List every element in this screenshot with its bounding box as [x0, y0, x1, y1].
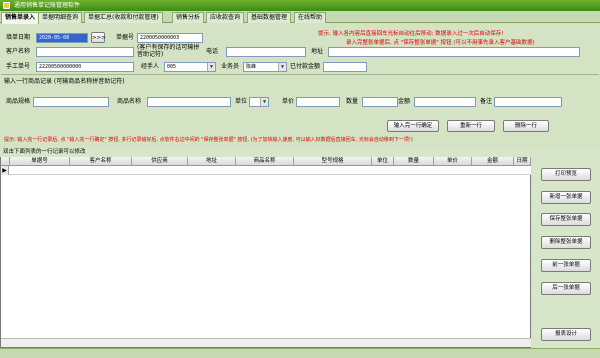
print-preview-button[interactable]: 打印预览 [541, 168, 591, 181]
report-design-button[interactable]: 报表设计 [541, 328, 591, 341]
col-unit[interactable]: 单位 [372, 157, 394, 166]
col-price[interactable]: 单价 [434, 157, 472, 166]
price-label: 单价 [282, 98, 295, 105]
product-name-label: 商品名称 [117, 98, 142, 105]
price-field[interactable] [296, 97, 340, 107]
new-order-button[interactable]: 新增一张单据 [541, 191, 591, 204]
tab-summary[interactable]: 单据汇总(收款和付款管理) [84, 12, 163, 23]
tab-online-help[interactable]: 在线帮助 [294, 12, 327, 23]
handler-value: 005 [167, 64, 177, 70]
tab-base-data[interactable]: 基础数据管理 [247, 12, 292, 23]
paid-label: 已付款金额 [290, 63, 321, 70]
date-label: 填单日期 [6, 34, 31, 41]
hint-autosave: 提示: 输入各内容后直接回车光标自动往后移动; 数据录入过一次后自动保存! [318, 31, 504, 37]
spec-field[interactable] [33, 97, 109, 107]
grid-caption: 双击下面列表的一行记录可以修改 [0, 148, 531, 157]
address-label: 地址 [311, 48, 324, 55]
tab-bar: 销售单录入 单据明细查询 单据汇总(收款和付款管理) 销售分析 应收款查询 基础… [0, 11, 600, 24]
previous-order-button[interactable]: 前一张单据 [541, 259, 591, 272]
product-name-field[interactable] [147, 97, 231, 107]
row-header-corner [1, 157, 10, 166]
tab-sales-entry[interactable]: 销售单录入 [1, 12, 40, 24]
tab-detail-query[interactable]: 单据明细查询 [38, 12, 83, 23]
date-picker-button[interactable]: >>> [91, 32, 106, 43]
salesman-select[interactable]: 陈峰 ▼ [243, 62, 287, 72]
handler-select[interactable]: 005 ▼ [164, 62, 216, 72]
chevron-down-icon[interactable]: ▼ [207, 63, 215, 71]
entry-hint: 提示: 输入完一行记录后, 点 "输入完一行确定" 按钮, 多行记录输好后, 点… [4, 137, 413, 143]
table-row[interactable]: ▶ [1, 166, 531, 175]
qty-field[interactable] [362, 97, 398, 107]
handler-label: 经手人 [141, 63, 160, 70]
entry-section-title: 输入一行商品记录 (可输商品名称拼音助记符) [4, 78, 125, 85]
grid-header: 单据号 客户名称 供应商 地址 商品名称 型号规格 单位 数量 单价 金额 日期 [1, 157, 531, 166]
tab-receivables[interactable]: 应收款查询 [206, 12, 245, 23]
phone-field[interactable] [226, 47, 306, 57]
customer-hint: (客户有保存的话可输拼音助记符) [137, 44, 200, 58]
order-no-field[interactable]: 2200050000003 [137, 33, 203, 43]
status-bar [0, 348, 600, 358]
confirm-row-button[interactable]: 输入完一行确定 [387, 120, 439, 132]
chevron-down-icon[interactable]: ▼ [260, 98, 268, 106]
col-product-name[interactable]: 商品名称 [236, 157, 294, 166]
delete-row-button[interactable]: 删除一行 [503, 120, 549, 132]
col-address[interactable]: 地址 [188, 157, 236, 166]
divider [1, 74, 599, 75]
save-order-button[interactable]: 保存整张单据 [541, 213, 591, 226]
col-supplier[interactable]: 供应商 [132, 157, 188, 166]
order-no-label: 单据号 [116, 34, 135, 41]
window-title: 通用销售单记账管理软件 [14, 2, 81, 9]
unit-select[interactable]: ▼ [249, 97, 269, 107]
manual-no-field[interactable]: 22200500000000 [36, 62, 134, 72]
customer-field[interactable] [36, 47, 134, 57]
amount-label: 金额 [398, 98, 411, 105]
unit-label: 单位 [235, 98, 248, 105]
col-date[interactable]: 日期 [514, 157, 531, 166]
col-qty[interactable]: 数量 [394, 157, 434, 166]
phone-label: 电话 [206, 48, 219, 55]
chevron-down-icon[interactable]: ▼ [278, 63, 286, 71]
col-spec[interactable]: 型号规格 [294, 157, 372, 166]
records-grid[interactable] [0, 148, 531, 348]
qty-label: 数量 [346, 98, 359, 105]
hint-save-order: 录入完整张单据后, 点 "保存整张单据" 按钮 (可以不用事先录入客户基础数据) [346, 40, 535, 46]
title-bar: 通用销售单记账管理软件 [0, 0, 600, 11]
col-amount[interactable]: 金额 [472, 157, 514, 166]
remark-label: 备注 [480, 98, 493, 105]
tab-sales-analysis[interactable]: 销售分析 [172, 12, 205, 23]
col-order-no[interactable]: 单据号 [10, 157, 70, 166]
app-icon [3, 2, 10, 9]
salesman-label: 业务员 [221, 63, 240, 70]
next-order-button[interactable]: 后一张单据 [541, 282, 591, 295]
current-row-arrow-icon: ▶ [1, 166, 9, 175]
action-panel: 打印预览 新增一张单据 保存整张单据 删除整张单据 前一张单据 后一张单据 报表… [532, 148, 600, 348]
remark-field[interactable] [494, 97, 562, 107]
horizontal-scrollbar[interactable] [1, 338, 531, 347]
salesman-value: 陈峰 [246, 64, 257, 70]
address-field[interactable] [328, 47, 580, 57]
manual-no-label: 手工单号 [6, 63, 31, 70]
date-field[interactable]: 2020-05-08 [36, 33, 88, 43]
delete-order-button[interactable]: 删除整张单据 [541, 236, 591, 249]
col-customer[interactable]: 客户名称 [70, 157, 132, 166]
new-row-button[interactable]: 重新一行 [447, 120, 495, 132]
spec-label: 商品规格 [6, 98, 31, 105]
paid-amount-field[interactable] [323, 62, 367, 72]
customer-label: 客户名称 [6, 48, 31, 55]
amount-field[interactable] [414, 97, 476, 107]
